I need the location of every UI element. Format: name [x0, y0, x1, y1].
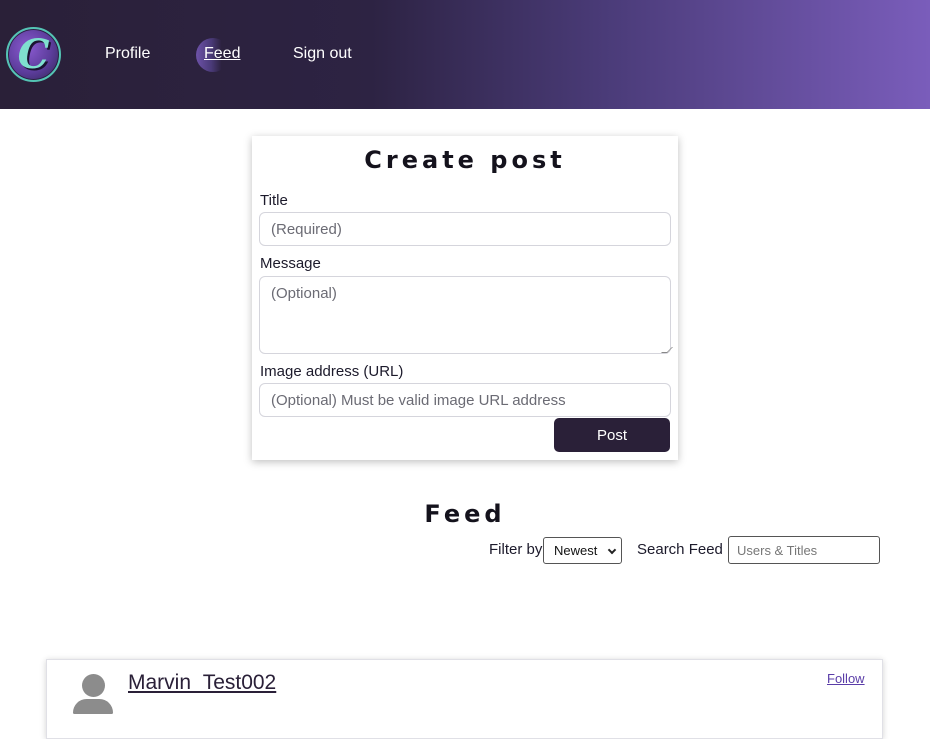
filter-selected-value: Newest — [554, 543, 598, 558]
follow-link[interactable]: Follow — [827, 671, 865, 686]
chevron-down-icon — [607, 545, 617, 555]
post-username-link[interactable]: Marvin_Test002 — [128, 671, 276, 695]
top-nav-bar: C Profile Feed Sign out — [0, 0, 930, 109]
message-label: Message — [260, 255, 321, 272]
avatar-body — [73, 699, 113, 714]
title-label: Title — [260, 192, 288, 209]
image-url-label: Image address (URL) — [260, 363, 404, 380]
image-url-input[interactable] — [259, 383, 671, 417]
nav-sign-out-link[interactable]: Sign out — [293, 44, 352, 64]
filter-select[interactable]: Newest — [543, 537, 622, 564]
create-post-card: Create post Title Message Image address … — [252, 136, 678, 460]
app-logo[interactable]: C — [6, 27, 61, 82]
title-input[interactable] — [259, 212, 671, 246]
feed-post-card: Marvin_Test002 Follow — [46, 659, 883, 739]
nav-feed-link[interactable]: Feed — [204, 44, 240, 64]
create-post-heading: Create post — [364, 146, 566, 174]
feed-heading: Feed — [424, 500, 506, 528]
post-button[interactable]: Post — [554, 418, 670, 452]
logo-letter: C — [17, 30, 50, 78]
filter-by-label: Filter by — [489, 541, 543, 558]
nav-profile-link[interactable]: Profile — [105, 44, 150, 64]
message-textarea[interactable] — [259, 276, 671, 354]
avatar-head — [82, 674, 105, 697]
search-feed-input[interactable] — [728, 536, 880, 564]
user-avatar-icon[interactable] — [73, 674, 113, 714]
search-feed-label: Search Feed — [637, 541, 723, 558]
